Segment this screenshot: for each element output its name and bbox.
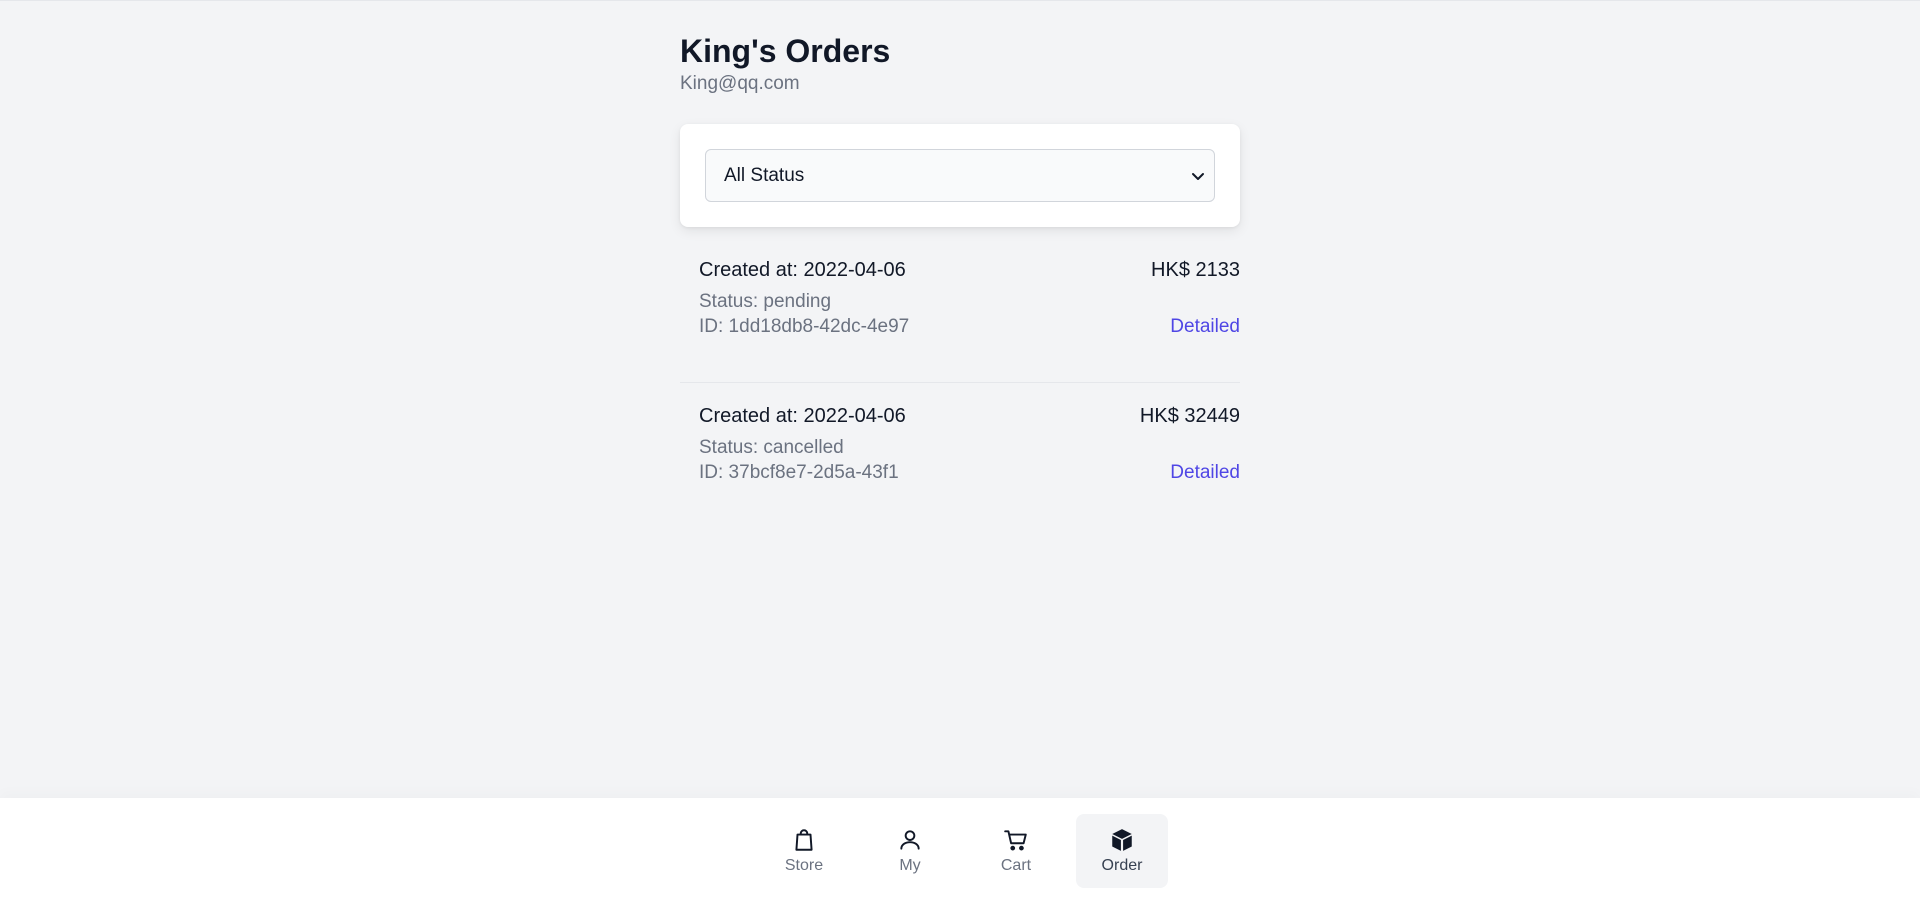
order-item: Created at: 2022-04-06 HK$ 2133 Status: … bbox=[680, 237, 1240, 383]
order-list: Created at: 2022-04-06 HK$ 2133 Status: … bbox=[680, 237, 1240, 529]
order-item: Created at: 2022-04-06 HK$ 32449 Status:… bbox=[680, 383, 1240, 529]
nav-item-order[interactable]: Order bbox=[1076, 814, 1168, 888]
order-created-date: Created at: 2022-04-06 bbox=[699, 405, 906, 427]
nav-label-cart: Cart bbox=[1000, 857, 1032, 874]
cube-icon bbox=[1112, 829, 1132, 851]
top-divider bbox=[0, 0, 1920, 1]
order-id: ID: 1dd18db8-42dc-4e97 bbox=[699, 316, 910, 337]
order-created-date: Created at: 2022-04-06 bbox=[699, 259, 906, 281]
status-filter-select[interactable]: All Status bbox=[705, 149, 1215, 202]
order-amount: HK$ 32449 bbox=[1139, 405, 1240, 427]
nav-item-store[interactable]: Store bbox=[758, 814, 850, 888]
page-title: King's Orders bbox=[680, 30, 1240, 72]
nav-item-cart[interactable]: Cart bbox=[970, 814, 1062, 888]
user-email: King@qq.com bbox=[680, 73, 800, 94]
orders-page: King's Orders King@qq.com All Status Cre… bbox=[680, 30, 1240, 529]
bottom-navigation: Store My Cart Order bbox=[0, 798, 1920, 902]
user-name: King's bbox=[680, 33, 777, 69]
status-filter-value: All Status bbox=[724, 164, 805, 186]
order-amount: HK$ 2133 bbox=[1151, 259, 1240, 281]
user-icon bbox=[900, 830, 920, 850]
title-suffix: Orders bbox=[785, 33, 891, 69]
shopping-bag-icon bbox=[795, 829, 813, 851]
order-status: Status: cancelled bbox=[699, 437, 844, 458]
nav-label-order: Order bbox=[1101, 857, 1143, 874]
order-status: Status: pending bbox=[699, 291, 832, 312]
nav-label-store: Store bbox=[784, 857, 824, 874]
order-detail-link[interactable]: Detailed bbox=[1170, 462, 1240, 484]
cart-icon bbox=[1004, 830, 1027, 851]
order-id: ID: 37bcf8e7-2d5a-43f1 bbox=[699, 462, 899, 483]
chevron-down-icon bbox=[1192, 173, 1204, 180]
nav-label-my: My bbox=[899, 857, 921, 874]
nav-item-my[interactable]: My bbox=[864, 814, 956, 888]
filter-card: All Status bbox=[680, 124, 1240, 227]
order-detail-link[interactable]: Detailed bbox=[1170, 316, 1240, 338]
